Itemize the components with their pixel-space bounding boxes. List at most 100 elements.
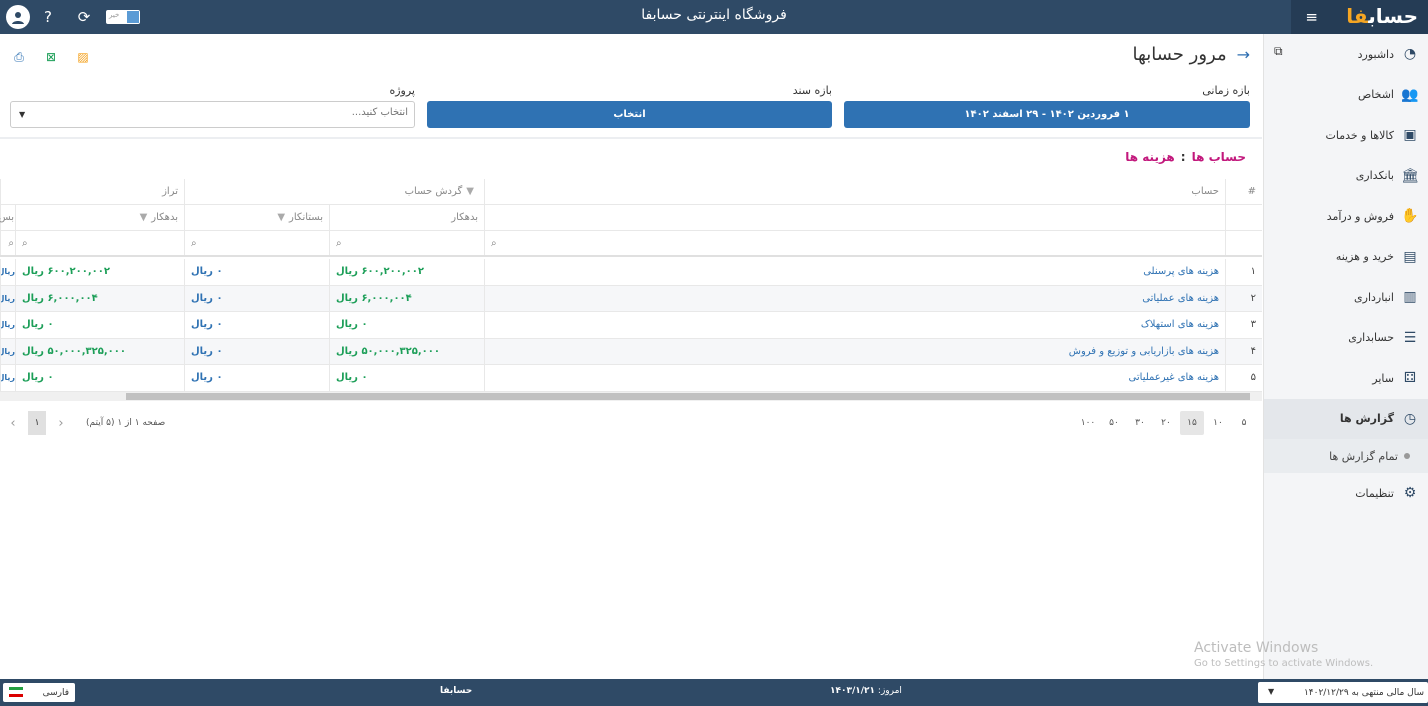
sidebar-item-settings[interactable]: ⚙ تنظیمات bbox=[1264, 473, 1428, 514]
row-num: ۱ bbox=[1225, 259, 1262, 285]
page-size-option[interactable]: ۲۰ bbox=[1154, 411, 1178, 435]
watermark-line2: Go to Settings to activate Windows. bbox=[1194, 658, 1374, 669]
sidebar-item-banking[interactable]: 🏛 بانکداری bbox=[1264, 156, 1428, 197]
sidebar-item-warehouse[interactable]: ▥ انبارداری bbox=[1264, 277, 1428, 318]
breadcrumb-separator: : bbox=[1180, 150, 1186, 164]
print-icon[interactable]: ⎙ bbox=[12, 50, 26, 64]
language-select[interactable]: فارسی bbox=[3, 683, 75, 702]
scrollbar-thumb[interactable] bbox=[126, 393, 1250, 400]
sidebar-item-products[interactable]: ▣ کالاها و خدمات bbox=[1264, 115, 1428, 156]
page-size-option[interactable]: ۳۰ bbox=[1128, 411, 1152, 435]
sidebar-item-label: فروش و درآمد bbox=[1326, 209, 1394, 223]
breadcrumb-root[interactable]: حساب ها bbox=[1192, 150, 1246, 164]
sidebar-item-other[interactable]: ⚃ سایر bbox=[1264, 358, 1428, 399]
search-balance-cell[interactable]: ⌕ bbox=[15, 231, 184, 255]
breadcrumb-current: هزینه ها bbox=[1125, 150, 1175, 164]
filter-icon[interactable]: ▼ bbox=[466, 186, 474, 197]
row-debit: ۰ ریال bbox=[329, 365, 484, 391]
header-num-spacer bbox=[1225, 205, 1262, 230]
search-account-cell[interactable]: ⌕ bbox=[484, 231, 1225, 255]
page-size-option[interactable]: ۱۰ bbox=[1206, 411, 1230, 435]
chevron-down-icon: ▼ bbox=[1268, 687, 1275, 696]
row-account[interactable]: هزینه های استهلاک bbox=[484, 312, 1225, 338]
search-debit-cell[interactable]: ⌕ bbox=[329, 231, 484, 255]
header-balance-debit-label: بدهکار bbox=[151, 212, 178, 223]
chevron-right-icon[interactable]: › bbox=[52, 411, 70, 435]
grid-search-row: ⌕ ⌕ ⌕ ⌕ ⌕ bbox=[0, 231, 1262, 257]
table-row[interactable]: ۲ هزینه های عملیاتی ۶,۰۰۰,۰۰۴ ریال ۰ ریا… bbox=[0, 285, 1262, 312]
sidebar-item-label: انبارداری bbox=[1354, 290, 1394, 304]
horizontal-scrollbar[interactable] bbox=[0, 392, 1262, 401]
row-account[interactable]: هزینه های بازاریابی و توزیع و فروش bbox=[484, 338, 1225, 364]
wallet-icon: ▤ bbox=[1403, 248, 1417, 265]
sidebar-item-label: داشبورد bbox=[1357, 47, 1394, 61]
divider bbox=[0, 137, 1262, 139]
row-num: ۲ bbox=[1225, 285, 1262, 311]
header-debit-label: بدهکار bbox=[451, 212, 478, 223]
header-balance-debit[interactable]: بدهکار ▼ bbox=[15, 205, 184, 230]
doc-range-button[interactable]: انتخاب bbox=[427, 101, 832, 128]
sidebar: ◔ داشبورد 👥 اشخاص ▣ کالاها و خدمات 🏛 بانکدار… bbox=[1263, 34, 1428, 679]
settings-icon: ⚙ bbox=[1403, 485, 1417, 502]
row-account[interactable]: هزینه های پرسنلی bbox=[484, 259, 1225, 285]
sidebar-item-dashboard[interactable]: ◔ داشبورد bbox=[1264, 34, 1428, 75]
header-num: # bbox=[1225, 179, 1262, 204]
row-balance-cut: ریال bbox=[0, 312, 15, 338]
fiscal-year-select[interactable]: سال مالی منتهی به ۱۴۰۲/۱۲/۲۹ ▼ bbox=[1258, 682, 1428, 703]
row-account[interactable]: هزینه های عملیاتی bbox=[484, 285, 1225, 311]
page-size-option[interactable]: ۵۰ bbox=[1102, 411, 1126, 435]
pdf-icon[interactable]: ▨ bbox=[76, 50, 90, 64]
sidebar-item-reports[interactable]: ◷ گزارش ها bbox=[1264, 398, 1428, 439]
search-credit-cell[interactable]: ⌕ bbox=[184, 231, 329, 255]
date-range-button[interactable]: ۱ فروردین ۱۴۰۲ - ۲۹ اسفند ۱۴۰۲ bbox=[844, 101, 1250, 128]
table-row[interactable]: ۴ هزینه های بازاریابی و توزیع و فروش ۵۰,… bbox=[0, 338, 1262, 365]
header-balance-cut-label: بس bbox=[0, 212, 14, 223]
sidebar-subitem-label: تمام گزارش ها bbox=[1329, 449, 1398, 463]
row-balance-cut: ریال bbox=[0, 365, 15, 391]
filter-icon[interactable]: ▼ bbox=[140, 212, 148, 223]
app-logo[interactable]: حسابفا bbox=[1346, 4, 1418, 28]
search-cut-cell[interactable]: ⌕ bbox=[0, 231, 15, 255]
header-balance-label: تراز bbox=[162, 186, 178, 197]
page-size-option[interactable]: ۱۰۰ bbox=[1076, 411, 1100, 435]
row-num: ۴ bbox=[1225, 338, 1262, 364]
search-icon: ⌕ bbox=[491, 237, 497, 249]
current-page[interactable]: ۱ bbox=[28, 411, 46, 435]
table-row[interactable]: ۵ هزینه های غیرعملیاتی ۰ ریال ۰ ریال ۰ ر… bbox=[0, 365, 1262, 392]
page-size-option[interactable]: ۵ bbox=[1232, 411, 1256, 435]
back-arrow-icon[interactable]: → bbox=[1237, 45, 1250, 64]
grid-header-group-row: # حساب ▼ گردش حساب تراز bbox=[0, 179, 1262, 205]
project-select[interactable]: ▼ bbox=[10, 101, 415, 128]
header-turnover-label: گردش حساب bbox=[404, 186, 463, 197]
header-balance-cut[interactable]: بس bbox=[0, 205, 15, 230]
sidebar-item-label: گزارش ها bbox=[1339, 412, 1394, 426]
copy-icon[interactable]: ⧉ bbox=[1274, 44, 1283, 59]
sidebar-item-accounting[interactable]: ☰ حسابداری bbox=[1264, 318, 1428, 359]
table-row[interactable]: ۱ هزینه های پرسنلی ۶۰۰,۲۰۰,۰۰۲ ریال ۰ ری… bbox=[0, 259, 1262, 286]
header-credit-label: بستانکار bbox=[289, 212, 323, 223]
row-debit: ۶۰۰,۲۰۰,۰۰۲ ریال bbox=[329, 259, 484, 285]
sales-icon: ✋ bbox=[1401, 208, 1419, 225]
sidebar-item-label: سایر bbox=[1372, 371, 1394, 385]
page-size-option-selected[interactable]: ۱۵ bbox=[1180, 411, 1204, 435]
filter-icon[interactable]: ▼ bbox=[277, 212, 285, 223]
excel-icon[interactable]: ⊠ bbox=[44, 50, 58, 64]
menu-icon[interactable]: ≡ bbox=[1305, 8, 1318, 26]
language-label: فارسی bbox=[42, 687, 69, 698]
sidebar-item-people[interactable]: 👥 اشخاص bbox=[1264, 75, 1428, 116]
doc-range-label: بازه سند bbox=[792, 84, 832, 97]
sidebar-item-purchases[interactable]: ▤ خرید و هزینه bbox=[1264, 237, 1428, 278]
sidebar-subitem-all-reports[interactable]: تمام گزارش ها bbox=[1264, 439, 1428, 473]
header-debit[interactable]: بدهکار bbox=[329, 205, 484, 230]
table-row[interactable]: ۳ هزینه های استهلاک ۰ ریال ۰ ریال ۰ ریال… bbox=[0, 312, 1262, 339]
row-balance-cut: ریال bbox=[0, 259, 15, 285]
chevron-left-icon[interactable]: ‹ bbox=[4, 411, 22, 435]
reports-icon: ◷ bbox=[1403, 410, 1417, 427]
today-date: امروز: ۱۴۰۳/۱/۲۱ bbox=[830, 686, 902, 696]
sidebar-item-sales[interactable]: ✋ فروش و درآمد bbox=[1264, 196, 1428, 237]
header-account[interactable]: حساب bbox=[484, 179, 1225, 204]
row-account[interactable]: هزینه های غیرعملیاتی bbox=[484, 365, 1225, 391]
header-credit[interactable]: بستانکار ▼ bbox=[184, 205, 329, 230]
site-title: فروشگاه اینترنتی حسابفا bbox=[641, 7, 787, 23]
project-input[interactable] bbox=[48, 107, 408, 118]
